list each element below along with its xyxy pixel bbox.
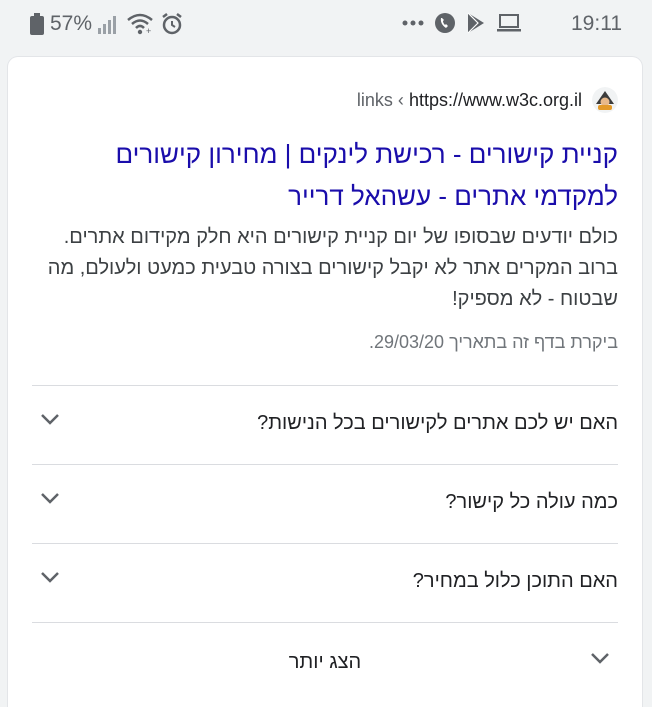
signal-icon [98,14,120,34]
battery-percent: 57% [50,12,93,35]
faq-item[interactable]: כמה עולה כל קישור? [32,464,618,543]
clock: 19:11 [571,12,622,35]
breadcrumb-url: https://www.w3c.org.il [408,89,582,110]
faq-question: כמה עולה כל קישור? [445,491,618,513]
breadcrumb-path: links ‹ [356,89,409,110]
show-more-label: הצג יותר [288,651,362,673]
alarm-icon [160,12,184,36]
chevron-down-icon[interactable] [40,571,60,583]
site-favicon-icon [592,87,618,113]
more-dots-icon [402,20,424,26]
battery-icon [30,13,44,35]
chevron-down-icon[interactable] [40,492,60,504]
chevron-down-icon[interactable] [40,413,60,425]
result-source[interactable]: links ‹ https://www.w3c.org.il [357,87,618,113]
result-breadcrumb[interactable]: links ‹ https://www.w3c.org.il [357,90,582,111]
status-left: 57% + [30,12,184,36]
svg-text:+: + [146,26,151,35]
faq-item[interactable]: האם יש לכם אתרים לקישורים בכל הנישות? [32,385,618,464]
faq-item[interactable]: האם התוכן כלול במחיר? [32,543,618,622]
status-bar: 57% + 19:11 [0,0,652,50]
phone-icon [434,12,456,34]
chevron-down-icon[interactable] [590,652,610,664]
faq-question: האם יש לכם אתרים לקישורים בכל הנישות? [257,412,618,434]
result-snippet: כולם יודעים שבסופו של יום קניית קישורים … [47,226,618,310]
search-result-card: links ‹ https://www.w3c.org.il קניית קיש… [8,57,642,707]
result-title-link[interactable]: קניית קישורים - רכישת לינקים | מחירון קי… [32,133,618,217]
show-more-button[interactable]: הצג יותר [32,622,618,703]
laptop-icon [496,13,522,33]
faq-question: האם התוכן כלול במחיר? [412,570,618,592]
status-right [402,12,522,34]
play-store-icon [466,12,486,34]
wifi-icon: + [126,13,154,35]
visited-date: ביקרת בדף זה בתאריך 29/03/20. [368,332,618,352]
